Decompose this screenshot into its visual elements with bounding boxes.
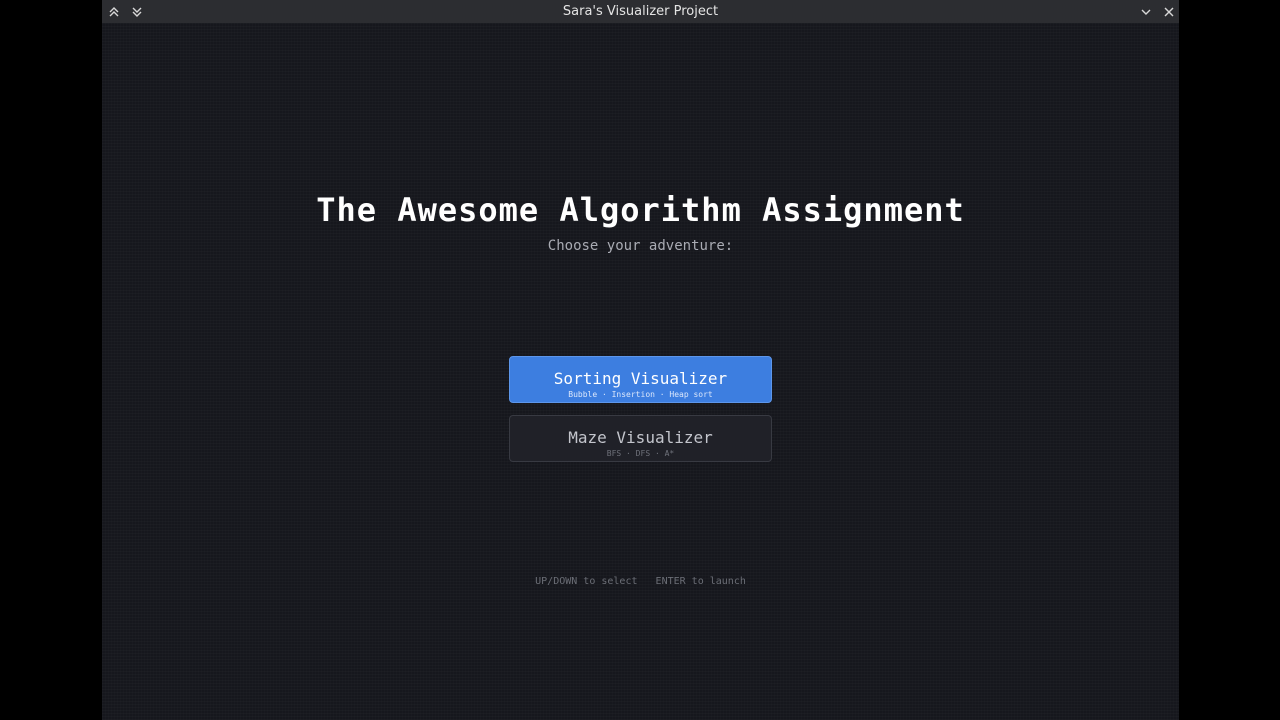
keyboard-hint: UP/DOWN to select ENTER to launch <box>535 576 746 587</box>
sorting-visualizer-option[interactable]: Sorting Visualizer Bubble · Insertion · … <box>509 356 772 403</box>
page-title: The Awesome Algorithm Assignment <box>316 191 965 229</box>
option-title: Sorting Visualizer <box>553 369 728 388</box>
close-icon[interactable] <box>1159 2 1179 21</box>
option-subtitle: Bubble · Insertion · Heap sort <box>568 390 713 399</box>
maze-visualizer-option[interactable]: Maze Visualizer BFS · DFS · A* <box>509 415 772 462</box>
menu-screen: The Awesome Algorithm Assignment Choose … <box>102 23 1179 720</box>
option-title: Maze Visualizer <box>568 428 713 447</box>
chevron-down-icon[interactable] <box>1136 2 1156 21</box>
title-bar[interactable]: Sara's Visualizer Project <box>102 0 1179 23</box>
window-title: Sara's Visualizer Project <box>562 4 719 19</box>
page-subtitle: Choose your adventure: <box>547 238 734 254</box>
option-subtitle: BFS · DFS · A* <box>606 449 675 458</box>
app-window: Sara's Visualizer Project The Awesome Al… <box>102 0 1179 720</box>
